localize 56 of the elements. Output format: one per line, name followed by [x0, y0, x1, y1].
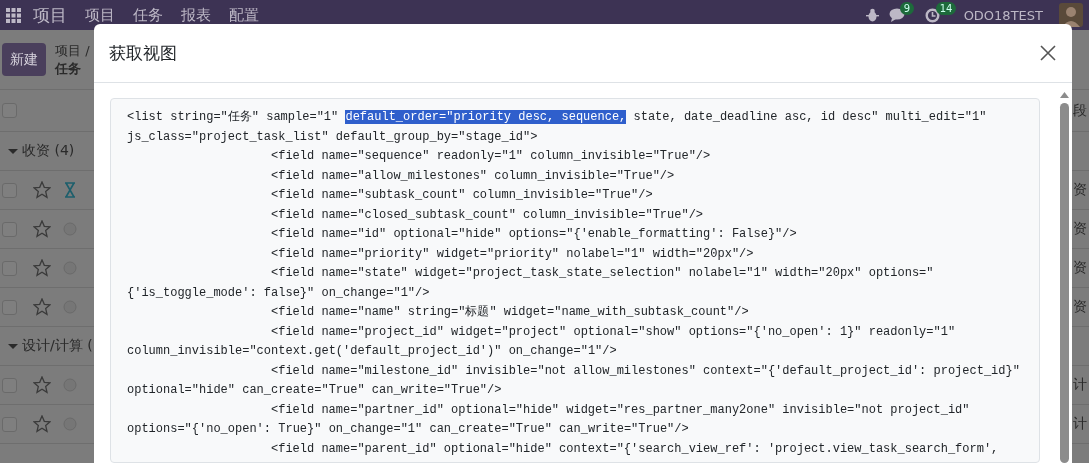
- count-badge: 9: [899, 2, 914, 15]
- code-line: options="{'no_open': True}" on_change="1" can_create="True" can_write="True"/>: [127, 421, 689, 438]
- new-button[interactable]: 新建: [2, 43, 46, 76]
- star-icon[interactable]: [33, 181, 51, 199]
- count-badge: 14: [935, 1, 957, 15]
- code-line: <field name="milestone_id" invisible="not allow_milestones" context="{'default_project_id': project_id}": [270, 362, 1020, 380]
- bug-icon[interactable]: [865, 8, 879, 22]
- scroll-up-icon[interactable]: [1060, 92, 1069, 98]
- star-icon[interactable]: [33, 298, 51, 316]
- table-cell-text: 资: [1073, 181, 1088, 199]
- code-line: <field name="closed_subtask_count" column_invisible="True"/>: [270, 206, 704, 224]
- code-line: <field name="allow_milestones" column_invisible="True"/>: [270, 167, 675, 185]
- code-line: <field name="parent_id" optional="hide" context="{'search_view_ref': 'project.view_task_search_form',: [270, 440, 999, 458]
- breadcrumb-current: 任务: [55, 59, 82, 78]
- menu-item[interactable]: 配置: [229, 5, 259, 25]
- table-cell-text: 计: [1073, 415, 1088, 433]
- menu-item[interactable]: 报表: [181, 5, 211, 25]
- code-line: <field name="sequence" readonly="1" column_invisible="True"/>: [270, 148, 711, 165]
- group-header[interactable]: 设计/计算 (: [22, 337, 93, 355]
- code-line: <field name="name" string="标题" widget="name_with_subtask_count"/>: [270, 304, 749, 321]
- table-cell-text: 资: [1073, 259, 1088, 277]
- code-line: <list string="任务" sample="1" default_order="priority desc, sequence, state, date_deadline asc, id desc" multi_edit="1": [127, 109, 987, 126]
- close-button[interactable]: [1038, 43, 1058, 63]
- star-icon[interactable]: [33, 259, 51, 277]
- caret-icon[interactable]: [8, 146, 18, 156]
- code-line: <field name="priority" widget="priority" nolabel="1" width="20px"/>: [270, 245, 754, 263]
- chat-icon[interactable]: [888, 8, 905, 22]
- code-line: <field name="subtask_count" column_invisible="True"/>: [270, 187, 653, 204]
- hourglass-icon[interactable]: [63, 182, 77, 198]
- code-line: column_invisible="context.get('default_project_id')" on_change="1"/>: [127, 343, 617, 360]
- table-cell-text: 资: [1073, 298, 1088, 316]
- breadcrumb-link[interactable]: 项目 /: [55, 41, 90, 60]
- clock-icon[interactable]: [924, 7, 940, 23]
- dialog-title: 获取视图: [109, 41, 177, 65]
- code-line: <field name="project_id" widget="project" optional="show" options="{'no_open': 1}" readonly="1": [270, 323, 956, 341]
- apps-menu-icon[interactable]: [6, 7, 21, 23]
- scrollbar[interactable]: [1060, 92, 1069, 463]
- star-icon[interactable]: [33, 415, 51, 433]
- code-line: <field name="state" widget="project_task_state_selection" nolabel="1" width="20px" options=": [270, 265, 934, 282]
- table-cell-text: 资: [1073, 220, 1088, 238]
- avatar-icon[interactable]: [1059, 3, 1083, 27]
- code-line: <field name="id" optional="hide" options="{'enable_formatting': False}"/>: [270, 226, 797, 243]
- code-line: <field name="partner_id" optional="hide" widget="res_partner_many2one" invisible="not project_id": [270, 401, 970, 419]
- code-line: js_class="project_task_list" default_group_by="stage_id">: [127, 128, 538, 146]
- app-title[interactable]: 项目: [33, 3, 67, 27]
- caret-icon[interactable]: [8, 341, 18, 351]
- table-cell-text: 计: [1073, 376, 1088, 394]
- code-line: {'is_toggle_mode': false}" on_change="1"/>: [127, 284, 430, 302]
- star-icon[interactable]: [33, 220, 51, 238]
- group-header[interactable]: 收资 (4): [22, 142, 75, 160]
- column-header[interactable]: 段: [1073, 101, 1089, 120]
- menu-item[interactable]: 项目: [85, 5, 115, 25]
- code-line: optional="hide" can_create="True" can_write="True"/>: [127, 382, 502, 399]
- menu-item[interactable]: 任务: [133, 5, 163, 25]
- company-name[interactable]: ODO18TEST: [963, 7, 1043, 23]
- star-icon[interactable]: [33, 376, 51, 394]
